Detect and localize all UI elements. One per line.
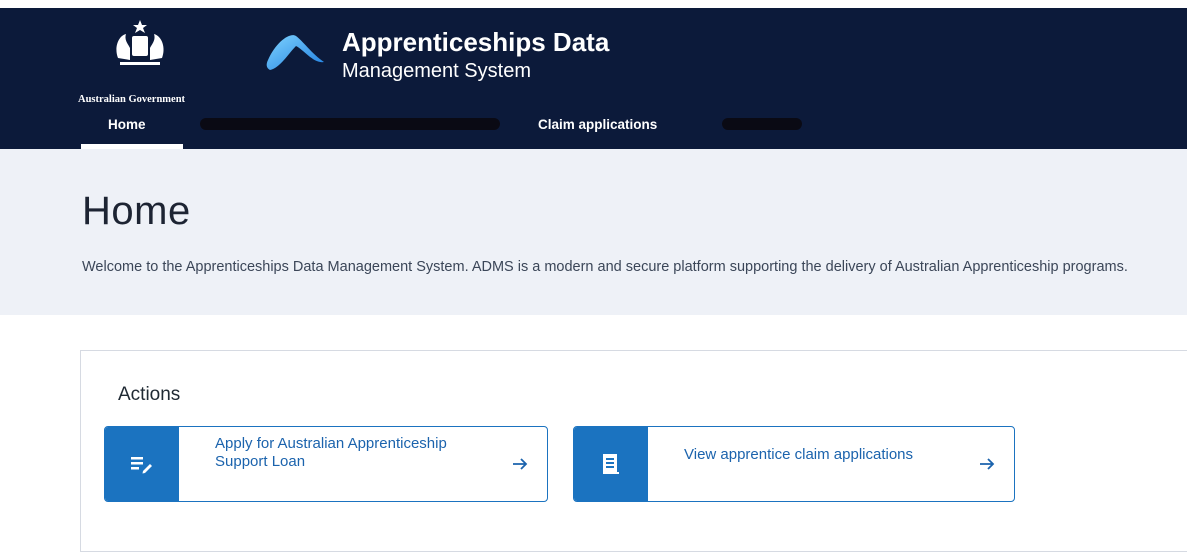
app-subtitle: Management System (342, 60, 531, 82)
welcome-text: Welcome to the Apprenticeships Data Mana… (82, 259, 1128, 275)
page-title: Home (82, 189, 191, 233)
gov-label: Australian Government (78, 94, 186, 105)
apply-loan-label: Apply for Australian Apprenticeship Supp… (215, 435, 447, 470)
view-claims-label: View apprentice claim applications (684, 446, 914, 463)
nav-claim-applications[interactable]: Claim applications (538, 117, 657, 132)
nav-home[interactable]: Home (108, 117, 146, 132)
arrow-right-icon (513, 458, 528, 470)
adms-logo-icon (266, 35, 324, 70)
top-strip (0, 0, 1187, 8)
redacted-nav-item (200, 118, 500, 130)
view-claims-button[interactable]: View apprentice claim applications (573, 426, 1015, 502)
app-title: Apprenticeships Data (342, 27, 610, 57)
card-icon-box (105, 427, 179, 501)
apply-loan-button[interactable]: Apply for Australian Apprenticeship Supp… (104, 426, 548, 502)
edit-list-icon (131, 457, 152, 474)
actions-heading: Actions (118, 384, 181, 405)
card-icon-box (574, 427, 648, 501)
document-list-icon (603, 454, 619, 474)
australian-government-logo[interactable]: Australian Government (78, 18, 228, 105)
coat-of-arms-icon (116, 20, 164, 65)
arrow-right-icon (980, 458, 995, 470)
site-header: Australian Government Apprenticeships Da… (0, 0, 1187, 149)
redacted-nav-item-2 (722, 118, 802, 130)
